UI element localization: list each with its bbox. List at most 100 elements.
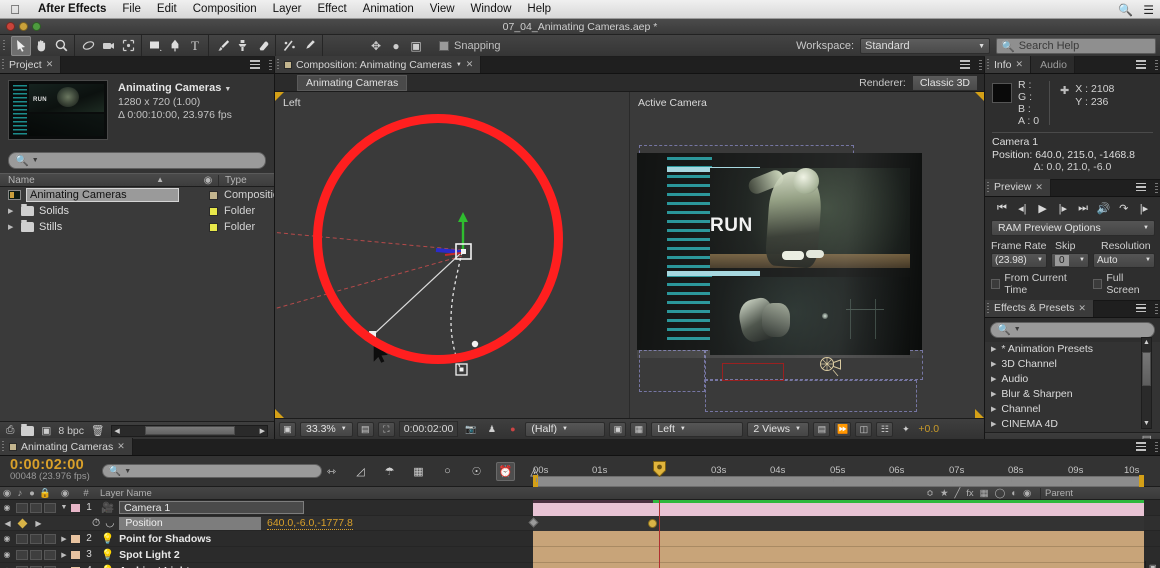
audio-icon[interactable]: 🔊 <box>1095 202 1111 215</box>
menu-layer[interactable]: Layer <box>265 0 310 19</box>
clone-stamp-tool-icon[interactable] <box>232 36 252 56</box>
zoom-level-select[interactable]: 33.3% ▼ <box>300 421 353 437</box>
new-folder-icon[interactable] <box>21 423 35 436</box>
timeline-icon[interactable]: ◫ <box>855 421 873 437</box>
ram-preview-icon[interactable]: |▸ <box>1136 202 1152 215</box>
column-type[interactable]: Type <box>218 174 274 186</box>
disclosure-triangle-icon[interactable]: ▶ <box>991 360 996 368</box>
apple-menu-icon[interactable]:  <box>0 3 30 16</box>
tab-composition[interactable]: Composition: Animating Cameras ▼ ✕ <box>275 56 482 73</box>
solo-toggle[interactable] <box>30 533 42 544</box>
eraser-tool-icon[interactable] <box>252 36 272 56</box>
hand-tool-icon[interactable] <box>31 36 51 56</box>
from-current-time-checkbox[interactable] <box>991 278 1001 289</box>
layer-label-swatch[interactable] <box>70 549 81 560</box>
menu-edit[interactable]: Edit <box>149 0 185 19</box>
fast-previews-icon[interactable]: ⏩ <box>834 421 852 437</box>
panel-side-grip[interactable] <box>979 60 982 71</box>
disclosure-triangle-icon[interactable]: ▶ <box>8 223 16 231</box>
exposure-value[interactable]: +0.0 <box>918 423 939 435</box>
hide-shy-layers-icon[interactable]: ☂ <box>380 462 399 481</box>
comp-breadcrumb[interactable]: Animating Cameras <box>297 74 408 91</box>
full-screen-checkbox[interactable] <box>1093 278 1103 289</box>
collapse-icon[interactable]: ★ <box>940 488 949 499</box>
graph-editor-toggle-icon[interactable]: ◡ <box>105 517 114 529</box>
timeline-time-display[interactable]: 0:00:02:00 00048 (23.976 fps) <box>0 458 90 483</box>
frame-blend-icon[interactable]: ▦ <box>980 488 989 499</box>
always-preview-icon[interactable]: ▣ <box>279 421 296 437</box>
layer-name[interactable]: Point for Shadows <box>119 533 211 545</box>
current-time-display[interactable]: 0:00:02:00 <box>398 421 459 437</box>
transparency-grid-icon[interactable]: ▦ <box>630 421 648 437</box>
scroll-left-icon[interactable]: ◀ <box>114 427 119 435</box>
menu-app-name[interactable]: After Effects <box>30 0 114 19</box>
disclosure-triangle-icon[interactable]: ▶ <box>991 345 996 353</box>
ram-preview-options-select[interactable]: RAM Preview Options ▼ <box>991 219 1155 236</box>
disclosure-triangle-icon[interactable]: ▶ <box>8 207 16 215</box>
close-window-button[interactable] <box>6 22 15 31</box>
layer-visibility-toggle[interactable]: ◉ <box>0 503 14 512</box>
new-comp-icon[interactable]: ⎙ <box>6 424 14 437</box>
scroll-up-icon[interactable]: ▲ <box>1142 339 1151 346</box>
brush-tool-icon[interactable] <box>212 36 232 56</box>
stopwatch-icon[interactable]: ⏱ <box>92 517 100 530</box>
layer-name[interactable]: Ambient Light <box>119 565 190 568</box>
tab-preview[interactable]: Preview ✕ <box>985 178 1051 196</box>
keyframe-marker[interactable] <box>648 519 657 528</box>
frame-blending-icon[interactable]: ▦ <box>409 462 428 481</box>
panel-menu-icon[interactable] <box>1134 182 1146 193</box>
next-keyframe-icon[interactable]: ▶ <box>35 519 41 528</box>
sort-ascending-icon[interactable]: ▲ <box>156 175 164 184</box>
list-item[interactable]: Animating Cameras Composition <box>0 187 274 203</box>
effects-icon[interactable]: fx <box>966 488 973 499</box>
list-item[interactable]: ▶ Audio <box>985 372 1160 387</box>
timeline-vertical-scrollbar[interactable]: ▣ ▲ <box>1145 561 1160 568</box>
disclosure-triangle-icon[interactable]: ▶ <box>991 390 996 398</box>
panel-side-grip[interactable] <box>1155 182 1158 194</box>
disclosure-triangle-icon[interactable]: ▶ <box>991 375 996 383</box>
last-frame-icon[interactable]: ⏭ <box>1075 202 1091 215</box>
grid-guides-icon[interactable]: ▤ <box>356 421 374 437</box>
show-snapshot-icon[interactable]: ♟ <box>483 422 500 437</box>
close-icon[interactable]: ✕ <box>1078 303 1086 314</box>
project-item-name[interactable]: Animating Cameras <box>26 188 179 202</box>
region-interest-toggle-icon[interactable]: ▣ <box>609 421 627 437</box>
view-layout-select[interactable]: Left ▼ <box>651 421 744 437</box>
search-help-input[interactable]: 🔍 Search Help <box>996 38 1156 54</box>
list-item[interactable]: ▶ Solids Folder <box>0 203 274 219</box>
snapping-toggle[interactable]: Snapping <box>429 40 501 52</box>
solo-icon[interactable]: ● <box>26 488 38 499</box>
close-icon[interactable]: ✕ <box>466 59 474 70</box>
tab-info[interactable]: Info ✕ <box>985 56 1032 73</box>
audio-toggle[interactable] <box>16 502 28 513</box>
layer-name[interactable]: Camera 1 <box>119 501 305 514</box>
column-number[interactable]: # <box>78 488 94 499</box>
timeline-search-input[interactable]: 🔍 ▼ <box>101 464 322 478</box>
menu-view[interactable]: View <box>422 0 463 19</box>
scroll-thumb[interactable] <box>1142 351 1151 386</box>
menu-file[interactable]: File <box>114 0 149 19</box>
lock-icon[interactable]: 🔒 <box>38 488 52 499</box>
lock-toggle[interactable] <box>44 502 56 513</box>
panel-menu-icon[interactable] <box>248 60 260 70</box>
column-parent[interactable]: Parent <box>1040 487 1160 499</box>
layer-twirl-icon[interactable]: ▶ <box>58 551 70 559</box>
pixel-aspect-correction-icon[interactable]: ▤ <box>813 421 831 437</box>
layer-visibility-toggle[interactable]: ◉ <box>0 534 14 543</box>
tab-audio[interactable]: Audio <box>1031 56 1075 73</box>
delete-icon[interactable]: 🗑 <box>91 424 104 437</box>
previous-frame-icon[interactable]: ◂| <box>1014 202 1030 215</box>
effects-search-input[interactable]: 🔍 ▼ <box>990 321 1155 338</box>
disclosure-triangle-icon[interactable]: ▶ <box>991 420 996 428</box>
loop-icon[interactable]: ↷ <box>1116 202 1132 215</box>
panel-menu-icon[interactable] <box>958 60 970 70</box>
close-icon[interactable]: ✕ <box>46 59 54 70</box>
column-label-tag[interactable]: ◉ <box>198 175 218 186</box>
mask-icon[interactable]: ▣ <box>406 36 426 56</box>
column-layer-name[interactable]: Layer Name <box>94 488 922 499</box>
viewport-left[interactable]: Left <box>275 92 629 418</box>
audio-toggle[interactable] <box>16 533 28 544</box>
auto-keyframe-icon[interactable]: ⏰ <box>496 461 515 481</box>
lock-toggle[interactable] <box>44 533 56 544</box>
snapshot-camera-icon[interactable]: 📷 <box>462 422 479 437</box>
